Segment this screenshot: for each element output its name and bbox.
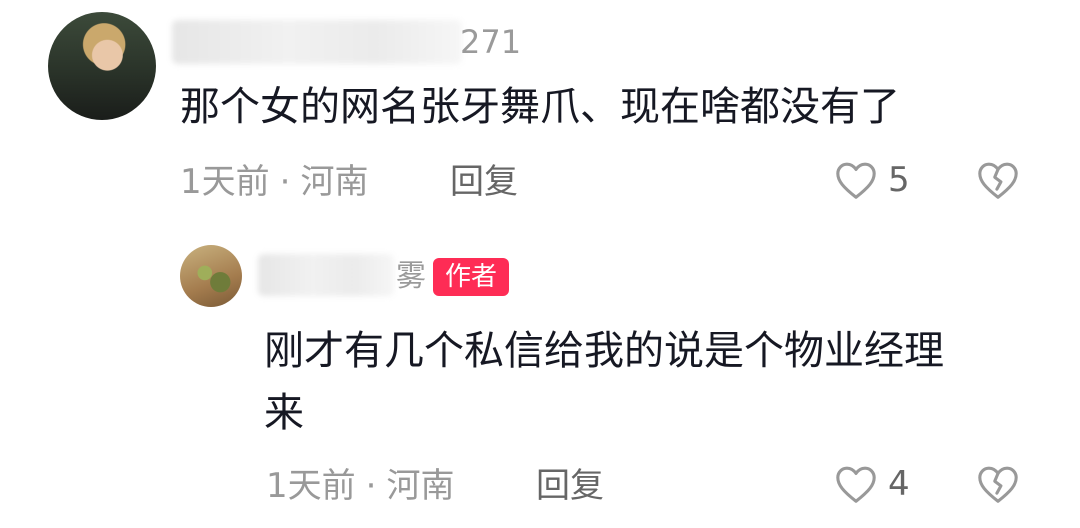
comment-meta: 1天前 · 河南 bbox=[180, 162, 368, 202]
reply-meta: 1天前 · 河南 bbox=[266, 466, 454, 506]
comment-thread: 271 那个女的网名张牙舞爪、现在啥都没有了 1天前 · 河南 回复 5 雾 作者 … bbox=[0, 0, 1080, 528]
broken-heart-icon[interactable] bbox=[976, 464, 1020, 504]
comment-text: 那个女的网名张牙舞爪、现在啥都没有了 bbox=[180, 84, 900, 130]
like-button[interactable]: 4 bbox=[834, 464, 910, 504]
reply-time: 1天前 bbox=[266, 466, 356, 506]
commenter-username-suffix[interactable]: 271 bbox=[460, 26, 521, 58]
like-count: 5 bbox=[888, 160, 910, 200]
heart-outline-icon bbox=[834, 464, 878, 504]
meta-separator: · bbox=[365, 466, 377, 506]
like-count: 4 bbox=[888, 464, 910, 504]
like-button[interactable]: 5 bbox=[834, 160, 910, 200]
heart-outline-icon bbox=[834, 160, 878, 200]
commenter-avatar[interactable] bbox=[48, 12, 156, 120]
reply-button[interactable]: 回复 bbox=[450, 162, 518, 202]
reply-location: 河南 bbox=[386, 466, 455, 506]
reply-username-blurred[interactable] bbox=[258, 254, 394, 296]
commenter-username-blurred[interactable] bbox=[172, 20, 462, 64]
comment-time: 1天前 bbox=[180, 162, 270, 202]
reply-text: 刚才有几个私信给我的说是个物业经理 来 bbox=[264, 328, 944, 436]
author-badge: 作者 bbox=[433, 258, 510, 296]
broken-heart-icon[interactable] bbox=[976, 160, 1020, 200]
reply-author-avatar[interactable] bbox=[180, 245, 242, 307]
meta-separator: · bbox=[279, 162, 291, 202]
reply-button[interactable]: 回复 bbox=[536, 466, 604, 506]
reply-username-suffix[interactable]: 雾 bbox=[396, 262, 426, 292]
comment-location: 河南 bbox=[300, 162, 369, 202]
